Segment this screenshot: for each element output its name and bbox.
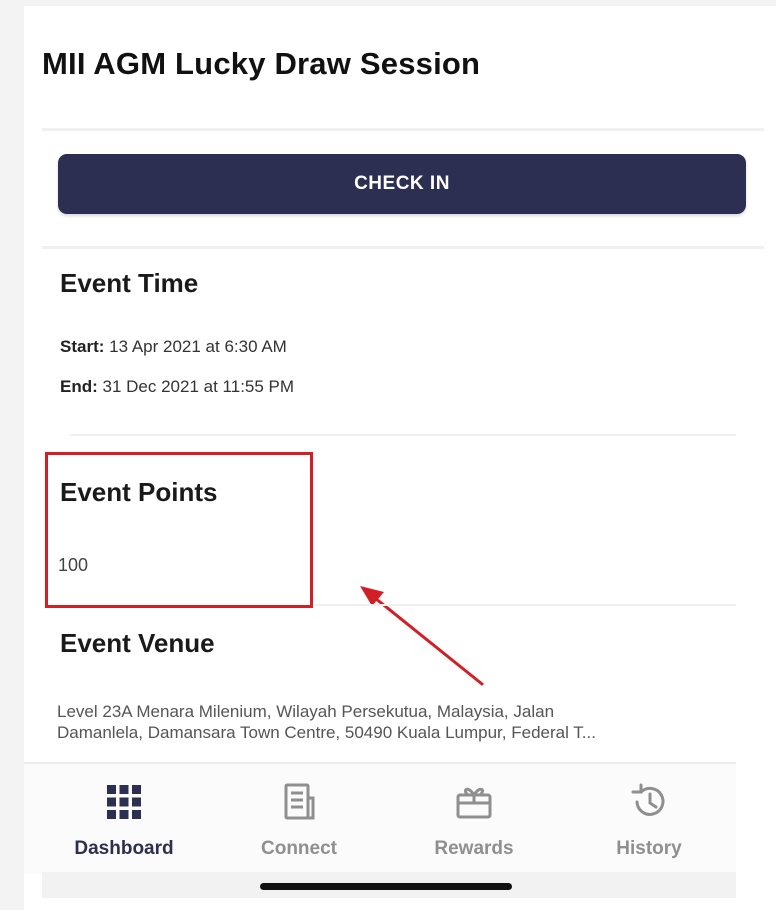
nav-history-label: History: [616, 838, 682, 859]
divider: [314, 604, 736, 606]
grid-icon: [107, 785, 141, 819]
venue-line-2: Damanlela, Damansara Town Centre, 50490 …: [57, 723, 596, 742]
event-start-row: Start: 13 Apr 2021 at 6:30 AM: [60, 337, 287, 357]
page-title: MII AGM Lucky Draw Session: [42, 46, 481, 81]
venue-line-1: Level 23A Menara Milenium, Wilayah Perse…: [57, 702, 555, 721]
gift-icon: [456, 787, 492, 819]
end-value: 31 Dec 2021 at 11:55 PM: [102, 377, 295, 396]
nav-connect[interactable]: Connect: [211, 764, 387, 874]
divider: [70, 434, 736, 436]
divider: [42, 128, 764, 131]
check-in-button[interactable]: CHECK IN: [58, 154, 746, 214]
nav-history[interactable]: History: [561, 764, 737, 874]
history-icon: [631, 783, 665, 816]
divider: [42, 246, 764, 249]
event-venue-address: Level 23A Menara Milenium, Wilayah Perse…: [57, 701, 737, 743]
event-time-heading: Event Time: [60, 268, 199, 298]
nav-dashboard-label: Dashboard: [74, 838, 174, 859]
start-value: 13 Apr 2021 at 6:30 AM: [109, 337, 287, 356]
nav-rewards[interactable]: Rewards: [386, 764, 562, 874]
start-label: Start:: [60, 337, 105, 356]
document-icon: [284, 783, 315, 820]
nav-dashboard[interactable]: Dashboard: [36, 764, 212, 874]
event-end-row: End: 31 Dec 2021 at 11:55 PM: [60, 377, 294, 397]
device-frame-left: [0, 0, 24, 910]
annotation-arrow-icon: [360, 586, 484, 686]
event-venue-heading: Event Venue: [60, 628, 215, 658]
end-label: End:: [60, 377, 98, 396]
app-screen: MII AGM Lucky Draw Session CHECK IN Even…: [24, 6, 776, 910]
nav-connect-label: Connect: [261, 838, 337, 859]
annotation-highlight-box: [45, 452, 313, 608]
nav-rewards-label: Rewards: [434, 838, 514, 859]
bottom-navigation: Dashboard Connect Rewards History: [24, 762, 736, 874]
home-indicator[interactable]: [260, 883, 512, 890]
